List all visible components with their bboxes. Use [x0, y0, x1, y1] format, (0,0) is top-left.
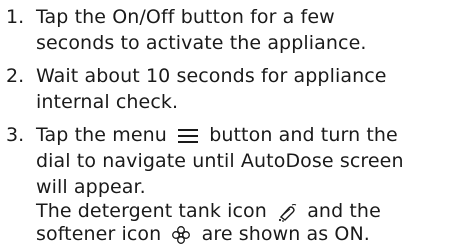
step-number: 2. [6, 65, 25, 87]
step-text-line: softener icon are shown as ON. [36, 221, 370, 247]
menu-icon [177, 127, 199, 145]
step-text-segment: button and turn the [209, 124, 398, 146]
step-text-line: seconds to activate the appliance. [36, 32, 367, 54]
step-text-segment: The detergent tank icon [36, 200, 267, 222]
step-text-line: internal check. [36, 91, 179, 113]
step-text-line: Wait about 10 seconds for appliance [36, 65, 387, 87]
step-text-segment: softener icon [36, 223, 162, 245]
softener-icon [171, 225, 191, 245]
step-text-segment: and the [307, 200, 381, 222]
step-text-line: will appear. [36, 176, 146, 198]
step-text-line: Tap the menu button and turn the [36, 122, 398, 148]
step-text-line: Tap the On/Off button for a few [36, 6, 335, 28]
step-number: 3. [6, 124, 25, 146]
step-text-line: dial to navigate until AutoDose screen [36, 150, 404, 172]
step-text-segment: are shown as ON. [201, 223, 370, 245]
step-number: 1. [6, 6, 25, 28]
step-text-segment: Tap the menu [36, 124, 167, 146]
detergent-tank-icon [277, 202, 297, 222]
